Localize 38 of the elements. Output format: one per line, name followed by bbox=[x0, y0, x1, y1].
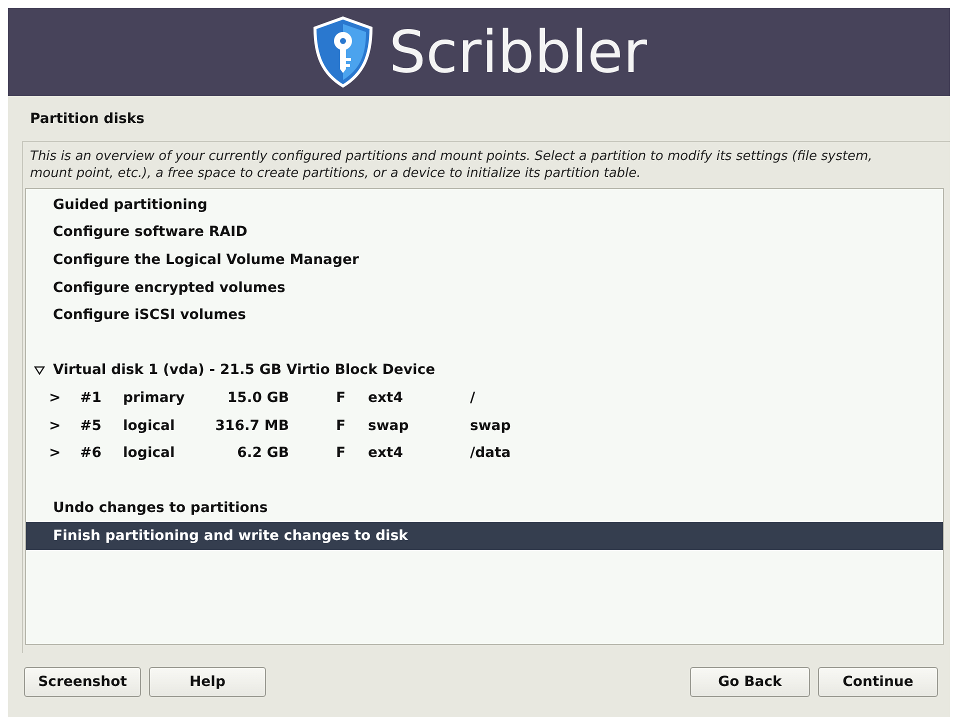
mount-point: swap bbox=[470, 418, 511, 434]
partition-type: logical bbox=[123, 445, 176, 462]
filesystem: ext4 bbox=[368, 390, 404, 406]
mount-point: /data bbox=[470, 445, 511, 462]
footer-button[interactable]: Screenshot bbox=[24, 667, 141, 697]
menu-item[interactable]: Finish partitioning and write changes to disk bbox=[26, 522, 943, 550]
description-text: This is an overview of your currently configured partitions and mount points. Select a partition to modify its settings (file system, mount point, etc.), a free space to create partitions, or a device to initialize its partition table. bbox=[29, 148, 874, 183]
partition-size: 15.0 GB bbox=[226, 390, 289, 406]
menu-item[interactable]: Configure encrypted volumes bbox=[26, 274, 943, 302]
partition-number: #1 bbox=[80, 390, 102, 406]
partition-size: 6.2 GB bbox=[236, 445, 289, 462]
menu-item[interactable]: Undo changes to partitions bbox=[26, 494, 943, 522]
mount-point: / bbox=[470, 390, 476, 406]
expanded-triangle-icon[interactable] bbox=[34, 366, 45, 375]
partition-size: 316.7 MB bbox=[214, 418, 289, 434]
filesystem: swap bbox=[368, 418, 410, 434]
disk-item[interactable]: Virtual disk 1 (vda) - 21.5 GB Virtio Block Device bbox=[53, 362, 436, 378]
expand-marker[interactable]: > bbox=[26, 445, 80, 462]
menu-item[interactable]: Configure the Logical Volume Manager bbox=[26, 246, 943, 274]
partition-type: primary bbox=[123, 390, 186, 406]
expand-marker[interactable]: > bbox=[26, 390, 80, 406]
partition-type: logical bbox=[123, 418, 176, 434]
page-title: Partition disks bbox=[29, 110, 146, 129]
footer-button[interactable]: Help bbox=[149, 667, 266, 697]
footer-button[interactable]: Go Back bbox=[690, 667, 810, 697]
menu-item[interactable]: Configure software RAID bbox=[26, 218, 943, 246]
footer-button[interactable]: Continue bbox=[818, 667, 938, 697]
shield-key-icon bbox=[311, 16, 376, 88]
format-label: F bbox=[336, 445, 347, 462]
partition-number: #5 bbox=[80, 418, 102, 434]
app-title: Scribbler bbox=[389, 23, 647, 81]
format-label: F bbox=[336, 390, 347, 406]
filesystem: ext4 bbox=[368, 445, 404, 462]
expand-marker[interactable]: > bbox=[26, 418, 80, 434]
menu-item[interactable]: Configure iSCSI volumes bbox=[26, 301, 943, 329]
menu-item[interactable]: Guided partitioning bbox=[26, 191, 943, 219]
format-label: F bbox=[336, 418, 347, 434]
partition-number: #6 bbox=[80, 445, 102, 462]
